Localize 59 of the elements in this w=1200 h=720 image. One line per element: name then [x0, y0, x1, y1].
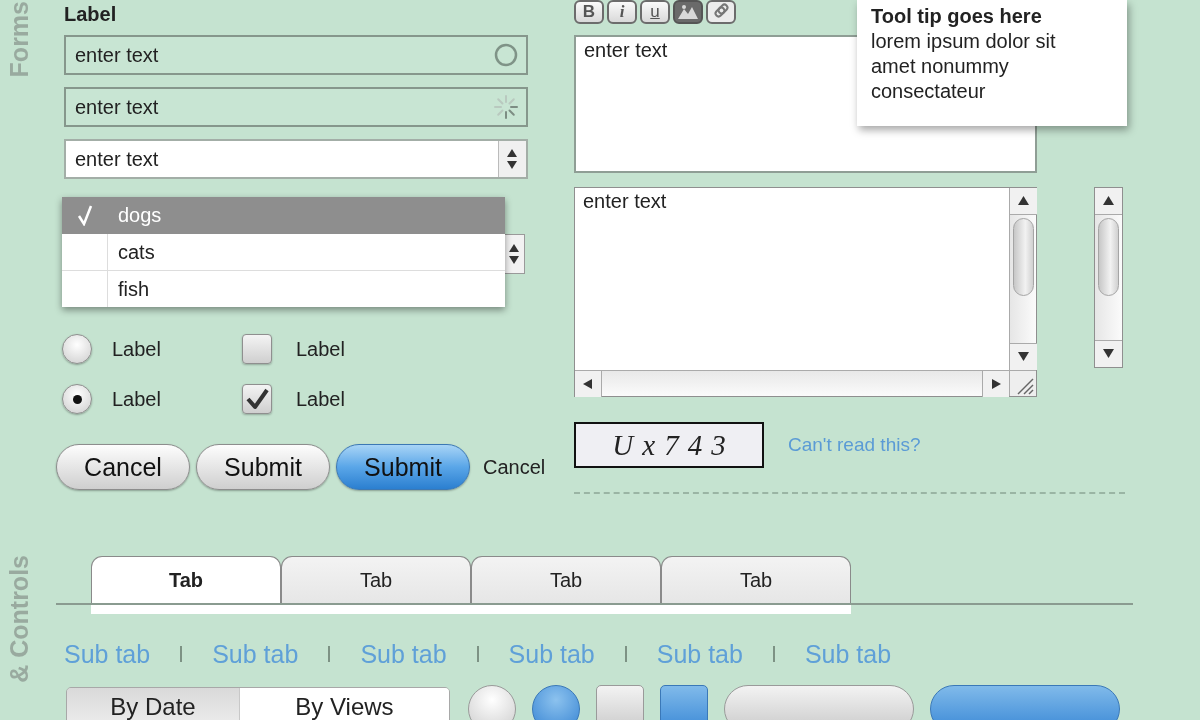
- circle-icon: [494, 43, 518, 67]
- secondary-button[interactable]: Cancel: [56, 444, 190, 490]
- checkmark-icon: [245, 387, 269, 411]
- scrollbar[interactable]: [1094, 187, 1123, 368]
- scrollbar[interactable]: [1009, 188, 1036, 370]
- radio-button[interactable]: [62, 334, 92, 364]
- scrollbar[interactable]: [575, 370, 1009, 396]
- section-label: & Controls: [6, 555, 32, 683]
- bold-button[interactable]: B: [574, 0, 604, 24]
- text-field[interactable]: enter text: [64, 139, 528, 179]
- stepper-icon[interactable]: [503, 234, 525, 274]
- primary-button[interactable]: Submit: [336, 444, 470, 490]
- text-field[interactable]: enter text: [64, 35, 528, 75]
- field-label: Label: [64, 3, 118, 25]
- secondary-button[interactable]: Submit: [196, 444, 330, 490]
- image-icon[interactable]: [673, 0, 703, 24]
- scrollbar-thumb[interactable]: [1012, 218, 1034, 296]
- radio-label: Label: [112, 337, 161, 361]
- checkbox[interactable]: [242, 384, 272, 414]
- arrow-right-icon[interactable]: [982, 371, 1009, 397]
- pill-button[interactable]: [930, 685, 1120, 720]
- checkbox[interactable]: [242, 334, 272, 364]
- link-icon[interactable]: [706, 0, 736, 24]
- scrollbar-thumb[interactable]: [1098, 218, 1119, 296]
- spinner-icon: [494, 95, 518, 119]
- text-field[interactable]: enter text: [64, 87, 528, 127]
- italic-button[interactable]: i: [607, 0, 637, 24]
- square-button[interactable]: [596, 685, 644, 720]
- scrollable-text-area[interactable]: enter text: [574, 187, 1037, 397]
- checkmark-icon: [76, 204, 93, 226]
- checkbox-label: Label: [296, 337, 345, 361]
- pill-button[interactable]: [724, 685, 914, 720]
- dropdown-option[interactable]: fish: [62, 271, 505, 307]
- tooltip-title: Tool tip goes here: [871, 4, 1043, 28]
- checkbox-label: Label: [296, 387, 345, 411]
- arrow-up-icon[interactable]: [1095, 188, 1122, 215]
- tab[interactable]: Tab: [281, 556, 471, 603]
- tab[interactable]: Tab: [91, 556, 281, 603]
- radio-button[interactable]: [62, 384, 92, 414]
- section-label: Forms: [6, 1, 32, 78]
- segmented-option[interactable]: By Date: [67, 688, 239, 720]
- captcha-code: Ux743: [574, 422, 764, 468]
- round-button[interactable]: [468, 685, 516, 720]
- round-button[interactable]: [532, 685, 580, 720]
- arrow-up-icon[interactable]: [1010, 188, 1037, 215]
- arrow-down-icon[interactable]: [1095, 340, 1122, 367]
- text-input[interactable]: enter text: [75, 147, 498, 171]
- dropdown-option[interactable]: cats: [62, 234, 505, 271]
- tab[interactable]: Tab: [661, 556, 851, 603]
- text-input[interactable]: enter text: [75, 43, 494, 67]
- stepper-icon[interactable]: [498, 141, 526, 177]
- text-input[interactable]: enter text: [75, 95, 494, 119]
- text-link[interactable]: Cancel: [483, 455, 546, 479]
- tab[interactable]: Tab: [471, 556, 661, 603]
- radio-label: Label: [112, 387, 161, 411]
- segmented-option[interactable]: By Views: [239, 688, 449, 720]
- arrow-down-icon[interactable]: [1010, 343, 1037, 370]
- arrow-left-icon[interactable]: [575, 371, 602, 397]
- underline-button[interactable]: u: [640, 0, 670, 24]
